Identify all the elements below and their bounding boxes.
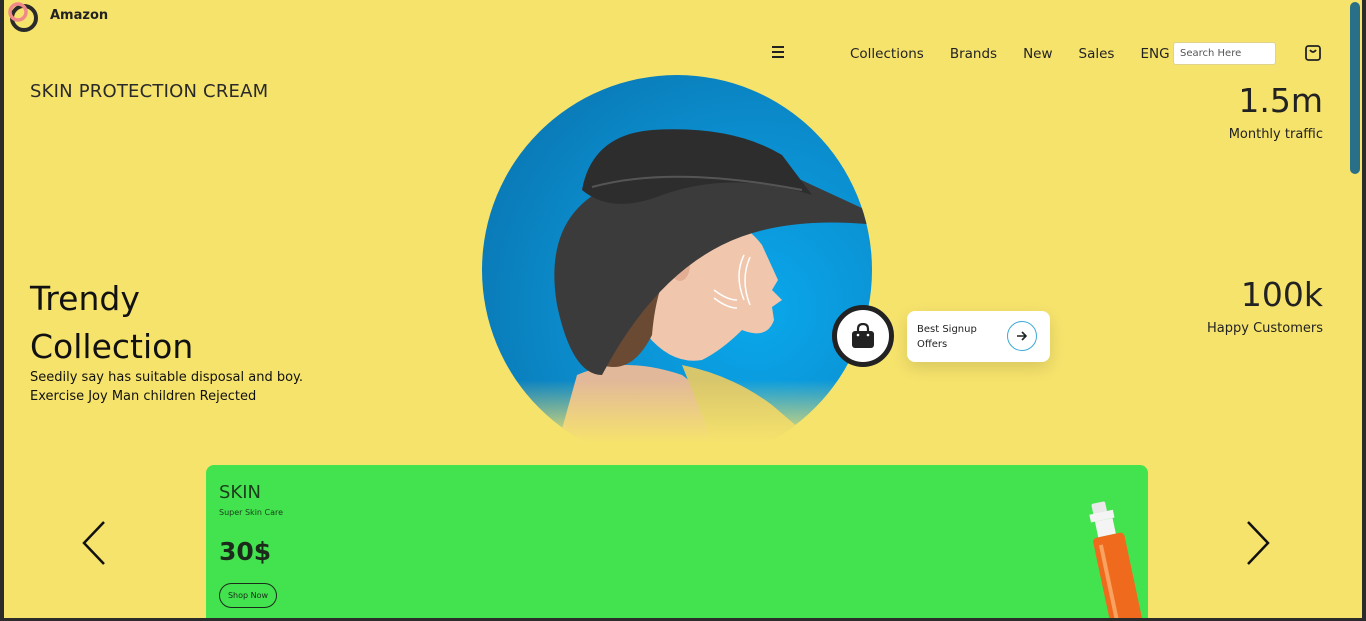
offer-text: Best Signup Offers bbox=[917, 322, 987, 352]
cart-icon[interactable] bbox=[1304, 44, 1322, 62]
offer-line2: Offers bbox=[917, 339, 948, 350]
stat-traffic-value: 1.5m bbox=[1238, 81, 1323, 120]
hero-title-line2: Collection bbox=[30, 327, 194, 366]
scrollbar-thumb[interactable] bbox=[1350, 2, 1360, 174]
hero-subtitle: SKIN PROTECTION CREAM bbox=[30, 81, 269, 102]
search-input[interactable] bbox=[1173, 42, 1276, 65]
hero-image-fade bbox=[482, 380, 872, 470]
stat-customers-label: Happy Customers bbox=[1207, 321, 1323, 336]
nav-new[interactable]: New bbox=[1023, 46, 1052, 62]
shopping-bag-badge[interactable] bbox=[832, 305, 894, 367]
hero-desc-line2: Exercise Joy Man children Rejected bbox=[30, 389, 257, 404]
brand-name[interactable]: Amazon bbox=[50, 8, 108, 23]
hero-title: Trendy Collection bbox=[30, 275, 193, 371]
nav-collections[interactable]: Collections bbox=[850, 46, 924, 62]
main-nav: Collections Brands New Sales ENG bbox=[850, 46, 1196, 62]
arrow-right-icon bbox=[1017, 331, 1028, 341]
product-price: 30$ bbox=[219, 537, 272, 566]
signup-offer-card[interactable]: Best Signup Offers bbox=[907, 311, 1050, 362]
page: Amazon Collections Brands New Sales ENG … bbox=[4, 0, 1349, 618]
product-subtitle: Super Skin Care bbox=[219, 508, 284, 517]
product-title: SKIN bbox=[219, 482, 262, 503]
stat-traffic-label: Monthly traffic bbox=[1228, 127, 1323, 142]
shopping-bag-icon bbox=[852, 323, 874, 348]
spray-bottle-image bbox=[1089, 501, 1144, 618]
chevron-left-icon[interactable] bbox=[80, 520, 110, 566]
hero-title-line1: Trendy bbox=[30, 279, 140, 318]
menu-icon[interactable] bbox=[772, 46, 784, 58]
hero-desc-line1: Seedily say has suitable disposal and bo… bbox=[30, 370, 303, 385]
hero-description: Seedily say has suitable disposal and bo… bbox=[30, 368, 303, 406]
stat-customers-value: 100k bbox=[1240, 275, 1323, 314]
product-card: SKIN Super Skin Care 30$ Shop Now bbox=[206, 465, 1148, 618]
nav-brands[interactable]: Brands bbox=[950, 46, 997, 62]
nav-sales[interactable]: Sales bbox=[1079, 46, 1115, 62]
nav-language[interactable]: ENG bbox=[1140, 46, 1169, 62]
chevron-right-icon[interactable] bbox=[1244, 520, 1274, 566]
scrollbar[interactable] bbox=[1349, 0, 1362, 618]
offer-line1: Best Signup bbox=[917, 324, 977, 335]
offer-arrow-button[interactable] bbox=[1007, 321, 1037, 351]
shop-now-button[interactable]: Shop Now bbox=[219, 583, 277, 608]
window-frame bbox=[1362, 0, 1366, 621]
logo-icon[interactable] bbox=[6, 2, 40, 32]
